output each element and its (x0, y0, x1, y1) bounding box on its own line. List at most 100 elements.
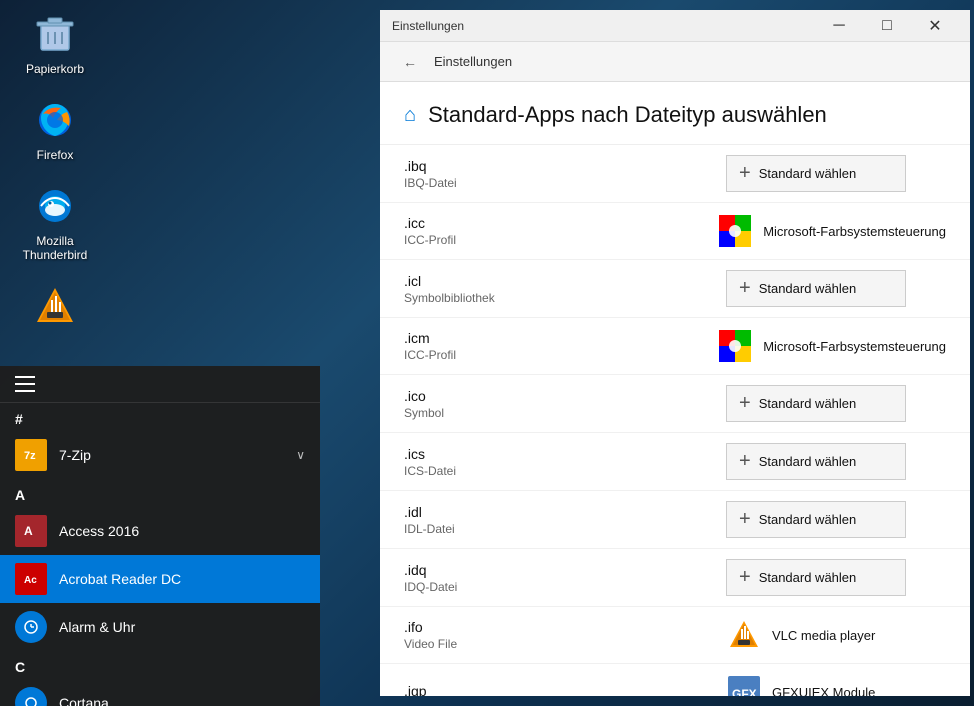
recycle-bin-icon[interactable]: Papierkorb (15, 10, 95, 76)
file-ext: .idl (404, 504, 726, 520)
app-alarm[interactable]: Alarm & Uhr (0, 603, 320, 651)
file-type-row: .icmICC-Profil Microsoft-Farbsystemsteue… (380, 318, 970, 375)
app-cortana-icon (15, 687, 47, 706)
app-selector[interactable]: + Standard wählen (726, 501, 946, 538)
app-access2016[interactable]: A Access 2016 (0, 507, 320, 555)
file-type-row: .ifo Video File VLC media player (380, 607, 970, 664)
choose-default-button[interactable]: + Standard wählen (726, 270, 906, 307)
window-controls: ─ □ ✕ (816, 10, 958, 42)
file-type-row: .icc ICC-Profil Microsoft-Farbsystemsteue… (380, 203, 970, 260)
plus-icon: + (739, 392, 751, 415)
expand-7zip-icon: ∨ (296, 448, 305, 462)
page-title: Standard-Apps nach Dateityp auswählen (428, 102, 827, 128)
color-control-icon (717, 328, 753, 364)
file-type-row: .icsICS-Datei+Standard wählen (380, 433, 970, 491)
file-type-info: .ibqIBQ-Datei (404, 158, 726, 190)
nav-title: Einstellungen (434, 54, 512, 69)
file-desc: ICC-Profil (404, 233, 717, 247)
section-c: C (0, 651, 320, 679)
choose-default-label: Standard wählen (759, 281, 857, 296)
app-selector[interactable]: VLC media player (726, 617, 946, 653)
app-7zip[interactable]: 7z 7-Zip ∨ (0, 431, 320, 479)
file-desc: ICC-Profil (404, 348, 717, 362)
titlebar-title: Einstellungen (392, 19, 816, 33)
file-type-info: .igp (404, 683, 726, 696)
app-selector[interactable]: +Standard wählen (726, 559, 946, 596)
app-selector[interactable]: +Standard wählen (726, 443, 946, 480)
choose-default-button[interactable]: +Standard wählen (726, 559, 906, 596)
settings-window: Einstellungen ─ □ ✕ ← Einstellungen ⌂ St… (380, 10, 970, 696)
maximize-button[interactable]: □ (864, 10, 910, 42)
file-type-info: .icc ICC-Profil (404, 215, 717, 247)
file-type-row: .icl Symbolbibliothek + Standard wählen (380, 260, 970, 318)
file-ext: .ifo (404, 619, 726, 635)
file-ext: .ico (404, 388, 726, 404)
file-desc: IBQ-Datei (404, 176, 726, 190)
file-ext: .icl (404, 273, 726, 289)
choose-default-button[interactable]: +Standard wählen (726, 155, 906, 192)
plus-icon: + (739, 566, 751, 589)
hamburger-icon[interactable] (15, 376, 35, 392)
file-ext: .icc (404, 215, 717, 231)
app-selector[interactable]: Microsoft-Farbsystemsteuerung (717, 328, 946, 364)
app-selector[interactable]: GFX GFXUIEX Module (726, 674, 946, 696)
gfx-icon: GFX (726, 674, 762, 696)
choose-default-button[interactable]: +Standard wählen (726, 443, 906, 480)
file-ext: .igp (404, 683, 726, 696)
app-alarm-icon (15, 611, 47, 643)
app-7zip-icon: 7z (15, 439, 47, 471)
file-type-row: .idlIDL-Datei + Standard wählen (380, 491, 970, 549)
desktop: Papierkorb Firefox (0, 0, 974, 706)
firefox-label: Firefox (37, 148, 74, 162)
svg-text:7z: 7z (24, 450, 36, 462)
file-type-info: .idqIDQ-Datei (404, 562, 726, 594)
app-acrobat[interactable]: Ac Acrobat Reader DC (0, 555, 320, 603)
home-icon[interactable]: ⌂ (404, 104, 416, 127)
plus-icon: + (739, 450, 751, 473)
svg-text:A: A (24, 524, 33, 538)
file-type-list: .ibqIBQ-Datei+Standard wählen.iccICC-Pro… (380, 145, 970, 696)
thunderbird-image (31, 182, 79, 230)
plus-icon: + (739, 508, 751, 531)
firefox-icon[interactable]: Firefox (15, 96, 95, 162)
app-selector[interactable]: Microsoft-Farbsystemsteuerung (717, 213, 946, 249)
start-menu-header (0, 366, 320, 403)
file-type-info: .idlIDL-Datei (404, 504, 726, 536)
settings-content: ⌂ Standard-Apps nach Dateityp auswählen … (380, 82, 970, 696)
file-desc: ICS-Datei (404, 464, 726, 478)
choose-default-button[interactable]: + Standard wählen (726, 385, 906, 422)
minimize-button[interactable]: ─ (816, 10, 862, 42)
app-cortana[interactable]: Cortana (0, 679, 320, 706)
choose-default-button[interactable]: + Standard wählen (726, 501, 906, 538)
vlc-desktop-icon[interactable] (15, 282, 95, 334)
close-button[interactable]: ✕ (912, 10, 958, 42)
file-desc: Video File (404, 637, 726, 651)
file-desc: IDQ-Datei (404, 580, 726, 594)
app-acrobat-label: Acrobat Reader DC (59, 571, 181, 587)
app-name: VLC media player (772, 628, 875, 643)
file-type-info: .ifo Video File (404, 619, 726, 651)
app-access2016-label: Access 2016 (59, 523, 139, 539)
app-selector[interactable]: + Standard wählen (726, 385, 946, 422)
plus-icon: + (739, 277, 751, 300)
app-selector[interactable]: +Standard wählen (726, 155, 946, 192)
vlc-desktop-image (31, 282, 79, 330)
settings-nav: ← Einstellungen (380, 42, 970, 82)
app-name: Microsoft-Farbsystemsteuerung (763, 339, 946, 354)
thunderbird-icon[interactable]: Mozilla Thunderbird (15, 182, 95, 262)
app-name: GFXUIEX Module (772, 685, 875, 697)
file-type-info: .icsICS-Datei (404, 446, 726, 478)
app-acrobat-icon: Ac (15, 563, 47, 595)
svg-text:Ac: Ac (24, 575, 37, 586)
app-alarm-label: Alarm & Uhr (59, 619, 135, 635)
section-hash: # (0, 403, 320, 431)
choose-default-label: Standard wählen (759, 512, 857, 527)
choose-default-label: Standard wählen (759, 396, 857, 411)
file-type-row: .ibqIBQ-Datei+Standard wählen (380, 145, 970, 203)
page-header: ⌂ Standard-Apps nach Dateityp auswählen (380, 82, 970, 145)
app-cortana-label: Cortana (59, 695, 109, 706)
back-button[interactable]: ← (396, 48, 424, 76)
app-selector[interactable]: + Standard wählen (726, 270, 946, 307)
app-7zip-label: 7-Zip (59, 447, 91, 463)
file-desc: Symbolbibliothek (404, 291, 726, 305)
